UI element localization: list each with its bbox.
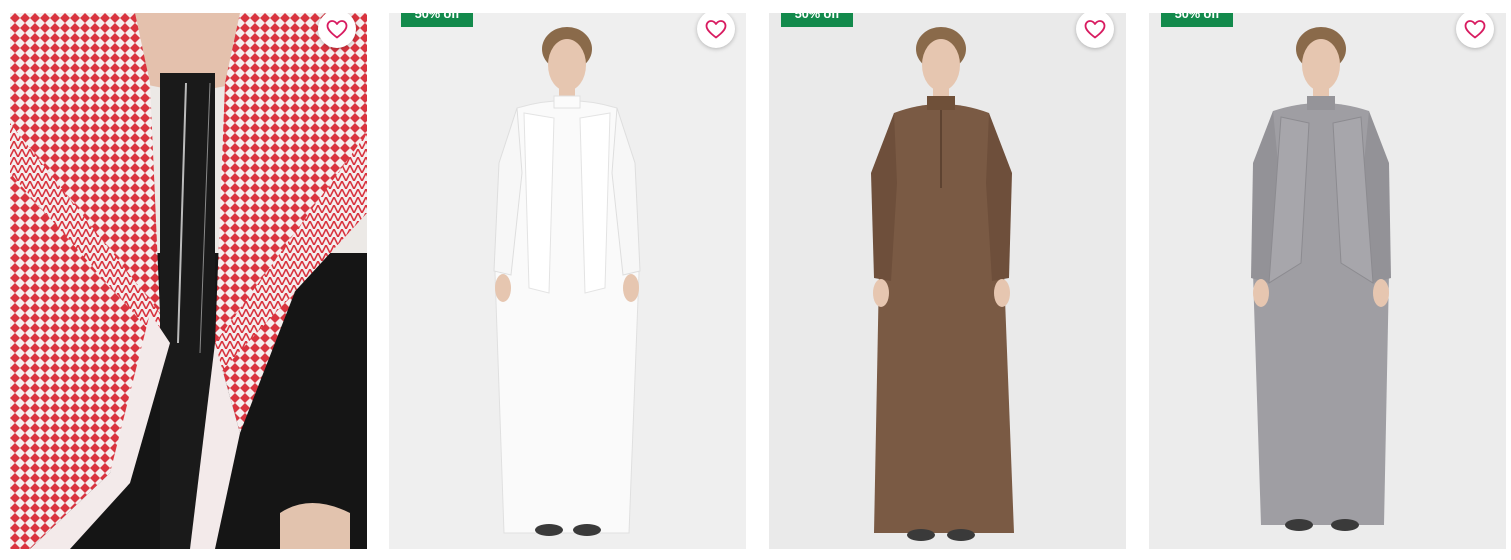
product-card[interactable]: 50% off — [1149, 13, 1506, 549]
heart-outline-icon — [326, 20, 348, 39]
product-image[interactable] — [389, 13, 746, 549]
product-card[interactable] — [10, 13, 367, 549]
discount-badge: 50% off — [401, 13, 473, 27]
discount-badge: 50% off — [781, 13, 853, 27]
heart-outline-icon — [1084, 20, 1106, 39]
heart-outline-icon — [705, 20, 727, 39]
heart-outline-icon — [1464, 20, 1486, 39]
product-image[interactable] — [769, 13, 1126, 549]
product-card[interactable]: 50% off — [389, 13, 746, 549]
product-grid: 50% off 50% off 50% off — [0, 0, 1511, 560]
discount-badge: 50% off — [1161, 13, 1233, 27]
product-image[interactable] — [10, 13, 367, 549]
product-image[interactable] — [1149, 13, 1506, 549]
product-card[interactable]: 50% off — [769, 13, 1126, 549]
